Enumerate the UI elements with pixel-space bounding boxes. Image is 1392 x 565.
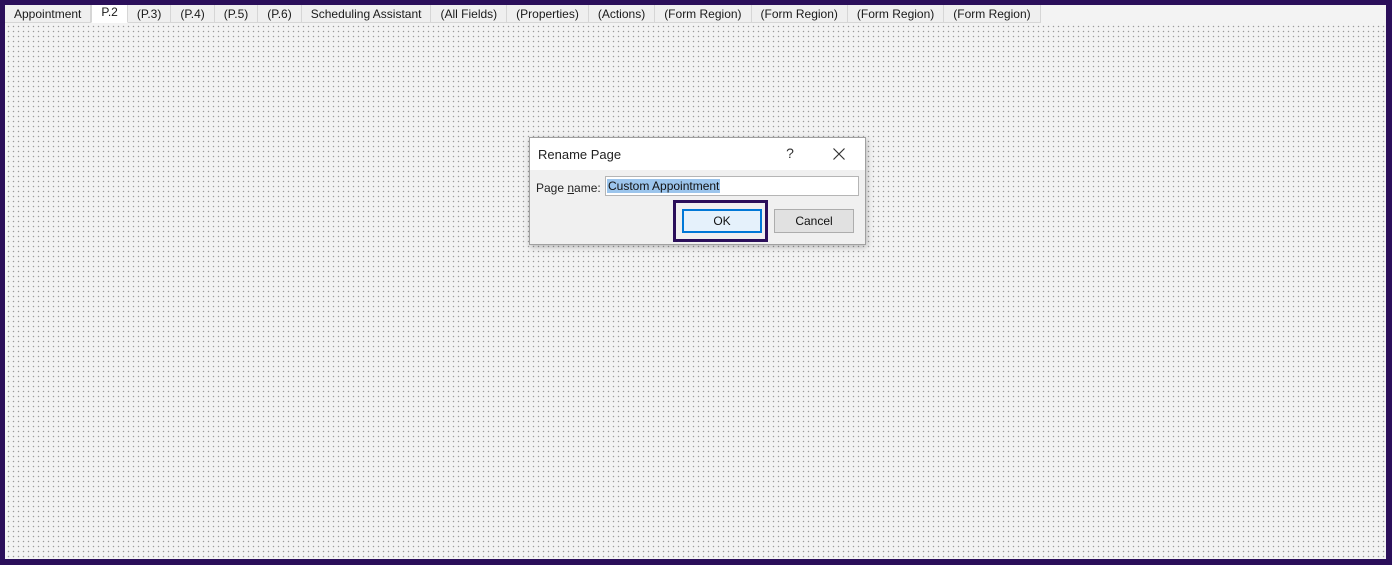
tab-p3[interactable]: (P.3)	[127, 5, 172, 23]
form-design-window: Appointment P.2 (P.3) (P.4) (P.5) (P.6) …	[5, 5, 1386, 559]
tab-p6[interactable]: (P.6)	[258, 5, 302, 23]
help-button[interactable]: ?	[781, 144, 799, 162]
cancel-button[interactable]: Cancel	[774, 209, 854, 233]
dialog-titlebar[interactable]: Rename Page ?	[530, 138, 865, 170]
tab-actions[interactable]: (Actions)	[588, 5, 656, 23]
tab-p5[interactable]: (P.5)	[214, 5, 259, 23]
rename-page-dialog: Rename Page ? Page name: Custom Appointm…	[529, 137, 866, 245]
tab-p2[interactable]: P.2	[91, 5, 128, 23]
page-tab-bar: Appointment P.2 (P.3) (P.4) (P.5) (P.6) …	[5, 5, 1041, 23]
tab-properties[interactable]: (Properties)	[507, 5, 589, 23]
tab-all-fields[interactable]: (All Fields)	[431, 5, 508, 23]
tab-form-region-3[interactable]: (Form Region)	[847, 5, 945, 23]
label-suffix: ame:	[574, 181, 601, 195]
close-icon	[833, 148, 845, 160]
tab-scheduling-assistant[interactable]: Scheduling Assistant	[301, 5, 432, 23]
label-prefix: Page	[536, 181, 568, 195]
page-name-input[interactable]: Custom Appointment	[605, 176, 859, 196]
ok-button[interactable]: OK	[682, 209, 762, 233]
tab-appointment[interactable]: Appointment	[5, 5, 92, 23]
close-button[interactable]	[826, 143, 852, 165]
tab-form-region-1[interactable]: (Form Region)	[655, 5, 752, 23]
dialog-title: Rename Page	[538, 147, 622, 162]
tab-p4[interactable]: (P.4)	[171, 5, 215, 23]
page-name-value: Custom Appointment	[607, 179, 721, 193]
design-grid-canvas[interactable]	[5, 23, 1386, 559]
page-name-label: Page name:	[536, 181, 601, 195]
tab-form-region-4[interactable]: (Form Region)	[944, 5, 1041, 23]
tab-form-region-2[interactable]: (Form Region)	[751, 5, 848, 23]
